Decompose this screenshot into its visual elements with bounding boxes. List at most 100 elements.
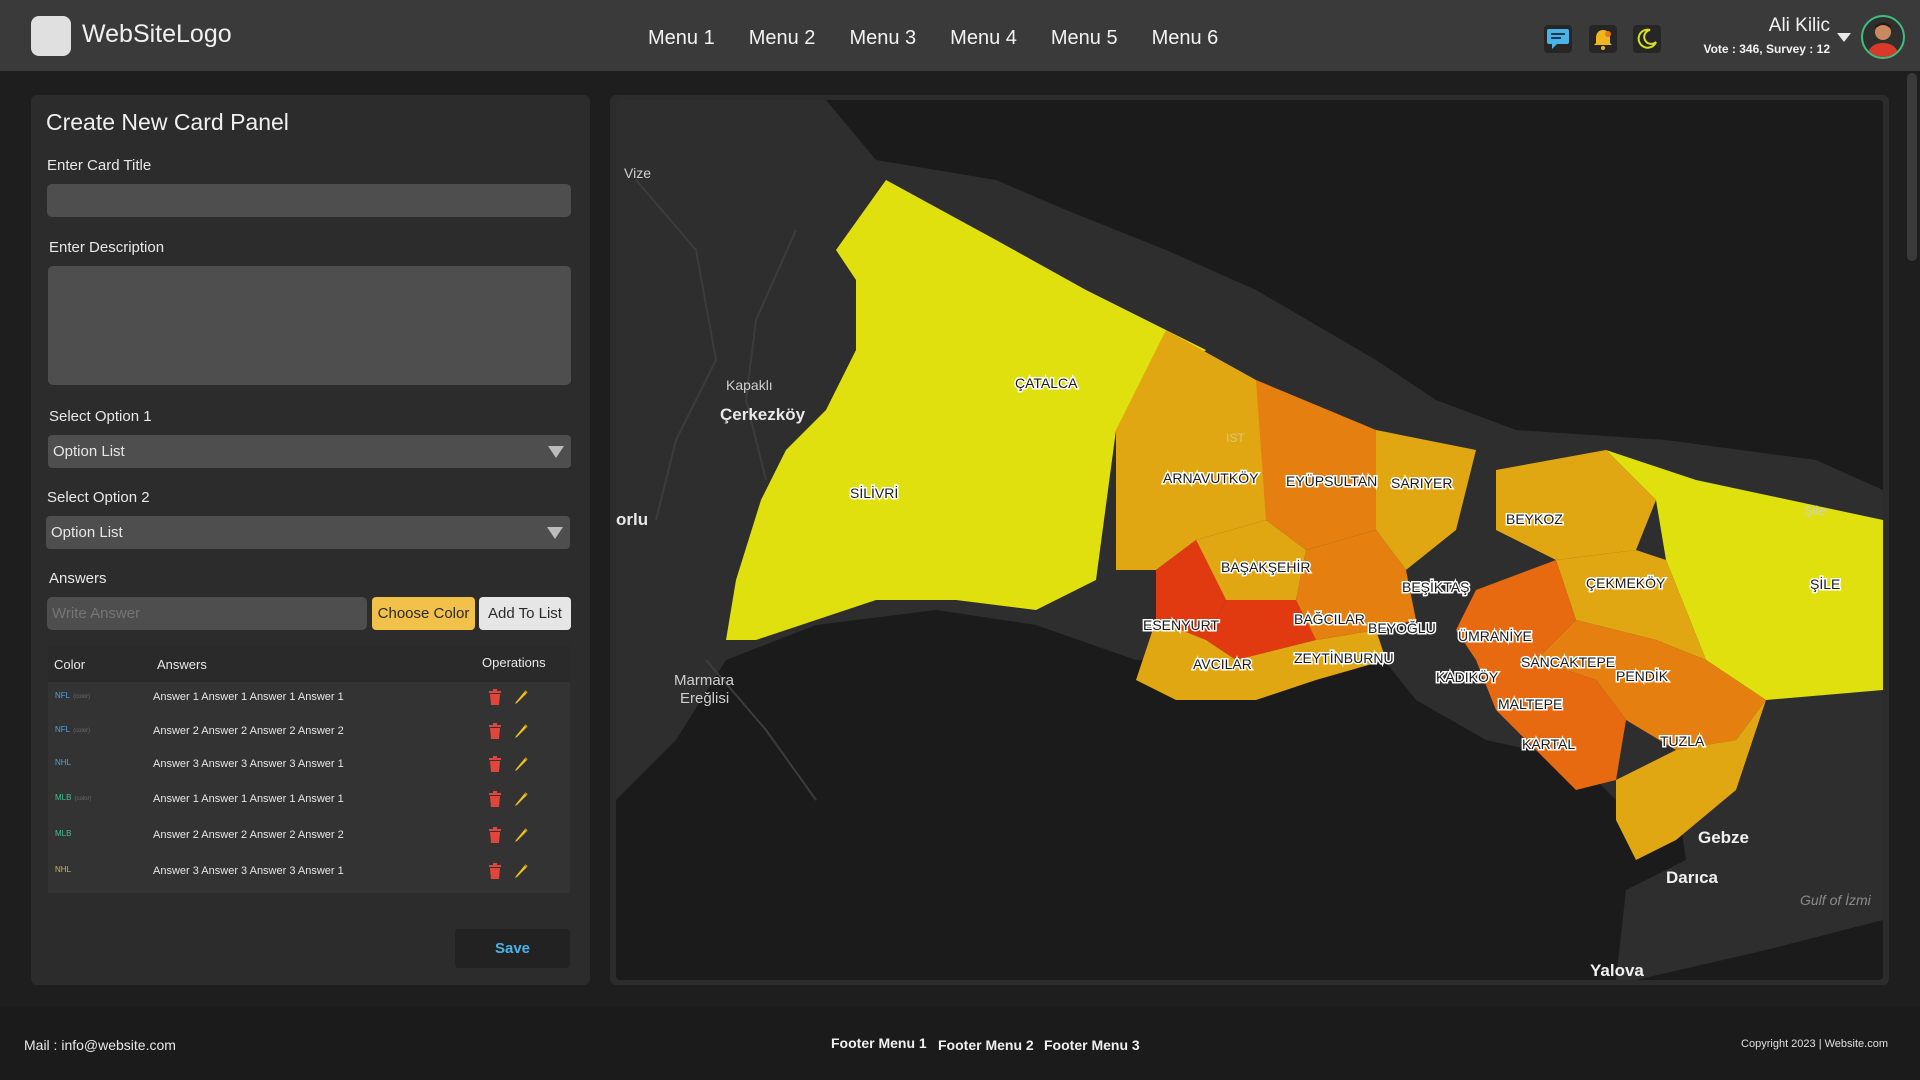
map-place-sile-coast: Şile	[1804, 503, 1826, 518]
table-row: NHL Answer 3 Answer 3 Answer 3 Answer 1	[48, 856, 570, 888]
pencil-icon[interactable]	[511, 721, 531, 741]
map-place-yalova: Yalova	[1590, 961, 1644, 980]
pencil-icon[interactable]	[511, 789, 531, 809]
option1-value: Option List	[53, 443, 125, 460]
row-color-text: NHL	[55, 865, 72, 874]
label-beyoglu: BEYOĞLU	[1368, 620, 1436, 636]
row-color-sub: (color)	[73, 728, 91, 734]
bell-icon[interactable]	[1589, 25, 1617, 53]
nav-menu-4[interactable]: Menu 4	[950, 27, 1017, 50]
label-cekmekoy: ÇEKMEKÖY	[1586, 574, 1666, 591]
map-place-gebze: Gebze	[1698, 828, 1749, 847]
nav-menu-5[interactable]: Menu 5	[1051, 27, 1118, 50]
row-answer: Answer 1 Answer 1 Answer 1 Answer 1	[153, 691, 344, 703]
row-color-sub: (color)	[74, 796, 92, 802]
card-title-input[interactable]	[47, 184, 571, 217]
trash-icon[interactable]	[485, 861, 505, 881]
istanbul-choropleth: Vize Kapaklı Çerkezköy orlu Marmara Ereğ…	[616, 100, 1883, 980]
row-color-text: NFL	[55, 725, 71, 734]
footer-menu-2[interactable]: Footer Menu 2	[938, 1037, 1034, 1053]
chevron-down-icon	[548, 446, 564, 458]
page-scrollbar[interactable]	[1907, 73, 1917, 261]
add-to-list-button[interactable]: Add To List	[479, 597, 571, 630]
moon-icon[interactable]	[1633, 25, 1661, 53]
nav-menu-2[interactable]: Menu 2	[749, 27, 816, 50]
option2-label: Select Option 2	[47, 489, 150, 506]
row-color-label: NFL (color)	[55, 725, 90, 734]
panel-title: Create New Card Panel	[46, 109, 289, 135]
footer-menu-1[interactable]: Footer Menu 1	[831, 1035, 927, 1051]
logo-text[interactable]: WebSiteLogo	[82, 20, 232, 49]
user-stats: Vote : 346, Survey : 12	[1703, 42, 1830, 56]
chat-icon[interactable]	[1544, 25, 1572, 53]
map-place-gulf: Gulf of İzmi	[1800, 892, 1872, 908]
trash-icon[interactable]	[485, 825, 505, 845]
logo-icon[interactable]	[31, 16, 71, 56]
pencil-icon[interactable]	[511, 825, 531, 845]
label-besiktas: BEŞİKTAŞ	[1402, 578, 1469, 595]
trash-icon[interactable]	[485, 789, 505, 809]
row-answer: Answer 2 Answer 2 Answer 2 Answer 2	[153, 725, 344, 737]
avatar[interactable]	[1861, 15, 1905, 59]
row-color-label: NHL	[55, 758, 74, 767]
pencil-icon[interactable]	[511, 687, 531, 707]
option1-label: Select Option 1	[49, 408, 152, 425]
write-answer-input[interactable]	[47, 597, 367, 630]
label-esenyurt: ESENYURT	[1143, 617, 1219, 633]
table-row: NHL Answer 3 Answer 3 Answer 3 Answer 1	[48, 749, 570, 781]
nav-menu-6[interactable]: Menu 6	[1152, 27, 1219, 50]
row-answer: Answer 1 Answer 1 Answer 1 Answer 1	[153, 793, 344, 805]
map-place-cerkezkoy: Çerkezköy	[720, 405, 806, 424]
label-umraniye: ÜMRANİYE	[1458, 627, 1532, 644]
table-row: NFL (color) Answer 2 Answer 2 Answer 2 Ans…	[48, 716, 570, 748]
row-color-text: MLB	[55, 793, 72, 802]
label-eyupsultan: EYÜPSULTAN	[1286, 472, 1377, 489]
label-pendik: PENDİK	[1616, 667, 1669, 684]
description-label: Enter Description	[49, 239, 165, 256]
description-textarea[interactable]	[48, 266, 571, 385]
answers-label: Answers	[49, 570, 107, 587]
nav-menu-1[interactable]: Menu 1	[648, 27, 715, 50]
chevron-down-icon[interactable]	[1837, 33, 1851, 42]
row-color-label: NHL	[55, 865, 74, 874]
option1-select[interactable]: Option List	[48, 435, 571, 468]
nav-menu-3[interactable]: Menu 3	[849, 27, 916, 50]
user-name[interactable]: Ali Kilic	[1769, 15, 1830, 37]
map-place-darica: Darıca	[1666, 868, 1719, 887]
pencil-icon[interactable]	[511, 754, 531, 774]
column-answers: Answers	[157, 657, 207, 672]
chevron-down-icon	[547, 527, 563, 539]
label-beykoz: BEYKOZ	[1506, 511, 1563, 527]
row-color-label: MLB (color)	[55, 793, 91, 802]
row-answer: Answer 3 Answer 3 Answer 3 Answer 1	[153, 758, 344, 770]
answers-table: Color Answers Operations NFL (color) Answe…	[48, 645, 570, 893]
label-catalca: ÇATALCA	[1015, 375, 1078, 391]
label-bagcilar: BAĞCILAR	[1294, 611, 1365, 627]
row-color-text: NHL	[55, 758, 72, 767]
row-color-label: MLB	[55, 829, 74, 838]
label-kadikoy: KADIKÖY	[1436, 668, 1499, 685]
label-maltepe: MALTEPE	[1498, 696, 1562, 712]
footer-menu-3[interactable]: Footer Menu 3	[1044, 1037, 1140, 1053]
trash-icon[interactable]	[485, 721, 505, 741]
option2-select[interactable]: Option List	[46, 516, 570, 549]
save-button[interactable]: Save	[455, 929, 570, 968]
choose-color-button[interactable]: Choose Color	[372, 597, 475, 630]
label-basaksehir: BAŞAKŞEHİR	[1221, 558, 1310, 575]
map-place-airport: IST	[1226, 431, 1245, 445]
trash-icon[interactable]	[485, 687, 505, 707]
trash-icon[interactable]	[485, 754, 505, 774]
label-silivri: SİLİVRİ	[850, 484, 898, 501]
main-nav: Menu 1 Menu 2 Menu 3 Menu 4 Menu 5 Menu …	[648, 27, 1252, 50]
map-place-vize: Vize	[624, 165, 651, 181]
footer: Mail : info@website.com Footer Menu 1 Fo…	[0, 1007, 1920, 1080]
table-row: NFL (color) Answer 1 Answer 1 Answer 1 Ans…	[48, 682, 570, 714]
column-color: Color	[54, 657, 86, 672]
label-sancaktepe: SANCAKTEPE	[1521, 654, 1615, 670]
footer-mail[interactable]: Mail : info@website.com	[24, 1037, 176, 1053]
map-place-eregli: Ereğlisi	[680, 690, 729, 707]
label-avcilar: AVCILAR	[1193, 656, 1252, 672]
pencil-icon[interactable]	[511, 861, 531, 881]
row-color-label: NFL (color)	[55, 691, 90, 700]
district-map[interactable]: Vize Kapaklı Çerkezköy orlu Marmara Ereğ…	[616, 100, 1883, 980]
